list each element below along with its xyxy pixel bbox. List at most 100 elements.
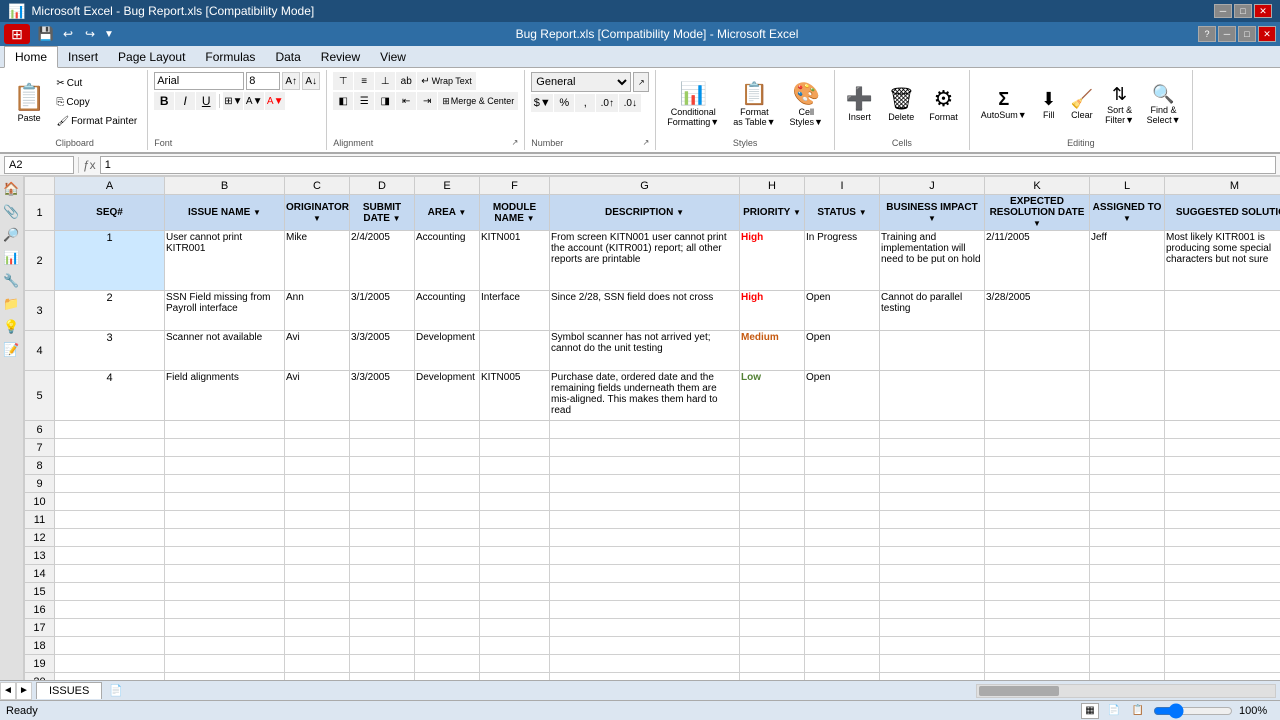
cell-c5[interactable]: Avi <box>285 371 350 421</box>
cell-styles-button[interactable]: 🎨 CellStyles▼ <box>785 74 828 134</box>
align-right-button[interactable]: ◨ <box>375 92 395 110</box>
formula-input[interactable] <box>100 156 1276 174</box>
decrease-decimal-button[interactable]: .0↓ <box>619 94 641 112</box>
cell-l2[interactable]: Jeff <box>1090 231 1165 291</box>
page-break-preview-button[interactable]: 📋 <box>1129 703 1147 719</box>
help-button[interactable]: ? <box>1198 26 1216 42</box>
cell-a5[interactable]: 4 <box>55 371 165 421</box>
percent-button[interactable]: % <box>554 94 574 112</box>
sidebar-icon-5[interactable]: 🔧 <box>1 270 23 292</box>
cell-a3[interactable]: 2 <box>55 291 165 331</box>
col-header-c[interactable]: C <box>285 177 350 195</box>
tab-home[interactable]: Home <box>4 46 58 68</box>
format-as-table-button[interactable]: 📋 Formatas Table▼ <box>728 74 780 134</box>
cell-g2[interactable]: From screen KITN001 user cannot print th… <box>550 231 740 291</box>
cell-l1[interactable]: ASSIGNED TO ▼ <box>1090 195 1165 231</box>
cell-c4[interactable]: Avi <box>285 331 350 371</box>
cell-e4[interactable]: Development <box>415 331 480 371</box>
cell-a2[interactable]: 1 <box>55 231 165 291</box>
sidebar-icon-7[interactable]: 💡 <box>1 316 23 338</box>
fill-button[interactable]: ⬇ Fill <box>1034 74 1064 134</box>
sidebar-icon-2[interactable]: 📎 <box>1 201 23 223</box>
col-header-m[interactable]: M <box>1165 177 1280 195</box>
sort-filter-button[interactable]: ⇅ Sort &Filter▼ <box>1100 74 1139 134</box>
cell-j2[interactable]: Training and implementation will need to… <box>880 231 985 291</box>
cell-k4[interactable] <box>985 331 1090 371</box>
font-color-button[interactable]: A▼ <box>265 92 285 110</box>
tab-page-layout[interactable]: Page Layout <box>108 47 195 67</box>
tab-insert[interactable]: Insert <box>58 47 108 67</box>
cut-button[interactable]: ✂ Cut <box>52 74 141 92</box>
cell-f5[interactable]: KITN005 <box>480 371 550 421</box>
sheet-tab-new[interactable]: 📄 <box>102 681 130 700</box>
cell-g5[interactable]: Purchase date, ordered date and the rema… <box>550 371 740 421</box>
decrease-font-button[interactable]: A↓ <box>302 72 320 90</box>
win-close-button[interactable]: ✕ <box>1258 26 1276 42</box>
clear-button[interactable]: 🧹 Clear <box>1066 74 1098 134</box>
italic-button[interactable]: I <box>175 92 195 110</box>
cell-b4[interactable]: Scanner not available <box>165 331 285 371</box>
align-bottom-button[interactable]: ⊥ <box>375 72 395 90</box>
font-name-input[interactable] <box>154 72 244 90</box>
tab-view[interactable]: View <box>370 47 416 67</box>
cell-b2[interactable]: User cannot print KITR001 <box>165 231 285 291</box>
cell-k5[interactable] <box>985 371 1090 421</box>
cell-j5[interactable] <box>880 371 985 421</box>
cell-k2[interactable]: 2/11/2005 <box>985 231 1090 291</box>
customize-qa-button[interactable]: ▼ <box>102 25 116 43</box>
cell-m4[interactable] <box>1165 331 1280 371</box>
cell-h2[interactable]: High <box>740 231 805 291</box>
cell-a1[interactable]: SEQ# <box>55 195 165 231</box>
merge-center-button[interactable]: ⊞ Merge & Center <box>438 92 518 110</box>
currency-button[interactable]: $▼ <box>531 94 553 112</box>
conditional-formatting-button[interactable]: 📊 ConditionalFormatting▼ <box>662 74 724 134</box>
sidebar-icon-3[interactable]: 🔎 <box>1 224 23 246</box>
cell-g3[interactable]: Since 2/28, SSN field does not cross <box>550 291 740 331</box>
tab-formulas[interactable]: Formulas <box>195 47 265 67</box>
cell-m5[interactable] <box>1165 371 1280 421</box>
number-dialog-btn[interactable]: ↗ <box>633 72 649 92</box>
cell-d2[interactable]: 2/4/2005 <box>350 231 415 291</box>
col-header-b[interactable]: B <box>165 177 285 195</box>
sidebar-icon-1[interactable]: 🏠 <box>1 178 23 200</box>
cell-h1[interactable]: PRIORITY ▼ <box>740 195 805 231</box>
text-orientation-button[interactable]: ab <box>396 72 416 90</box>
cell-e2[interactable]: Accounting <box>415 231 480 291</box>
number-format-select[interactable]: General Number Currency Date <box>531 72 631 92</box>
align-top-button[interactable]: ⊤ <box>333 72 353 90</box>
cell-m1[interactable]: SUGGESTED SOLUTION <box>1165 195 1280 231</box>
close-button[interactable]: ✕ <box>1254 4 1272 18</box>
cell-e5[interactable]: Development <box>415 371 480 421</box>
normal-view-button[interactable]: ▦ <box>1081 703 1099 719</box>
borders-button[interactable]: ⊞▼ <box>223 92 243 110</box>
page-layout-view-button[interactable]: 📄 <box>1105 703 1123 719</box>
horizontal-scrollbar[interactable] <box>976 684 1276 698</box>
cell-e3[interactable]: Accounting <box>415 291 480 331</box>
cell-a4[interactable]: 3 <box>55 331 165 371</box>
cell-c1[interactable]: ORIGINATOR ▼ <box>285 195 350 231</box>
col-header-g[interactable]: G <box>550 177 740 195</box>
copy-button[interactable]: ⎘ Copy <box>52 93 141 111</box>
decrease-indent-button[interactable]: ⇤ <box>396 92 416 110</box>
col-header-f[interactable]: F <box>480 177 550 195</box>
cell-i4[interactable]: Open <box>805 331 880 371</box>
align-center-button[interactable]: ☰ <box>354 92 374 110</box>
minimize-button[interactable]: ─ <box>1214 4 1232 18</box>
col-header-d[interactable]: D <box>350 177 415 195</box>
wrap-text-button[interactable]: ↵ Wrap Text <box>417 72 476 90</box>
alignment-dialog-launcher[interactable]: ↗ <box>512 138 519 148</box>
autosum-button[interactable]: Σ AutoSum▼ <box>976 74 1032 134</box>
cell-l4[interactable] <box>1090 331 1165 371</box>
sidebar-icon-8[interactable]: 📝 <box>1 339 23 361</box>
align-middle-button[interactable]: ≡ <box>354 72 374 90</box>
cell-reference-box[interactable] <box>4 156 74 174</box>
col-header-a[interactable]: A <box>55 177 165 195</box>
find-select-button[interactable]: 🔍 Find &Select▼ <box>1141 74 1186 134</box>
cell-d3[interactable]: 3/1/2005 <box>350 291 415 331</box>
cell-b5[interactable]: Field alignments <box>165 371 285 421</box>
office-button[interactable]: ⊞ <box>4 24 30 44</box>
sidebar-icon-6[interactable]: 📁 <box>1 293 23 315</box>
cell-d5[interactable]: 3/3/2005 <box>350 371 415 421</box>
cell-j1[interactable]: BUSINESS IMPACT ▼ <box>880 195 985 231</box>
cell-g4[interactable]: Symbol scanner has not arrived yet; cann… <box>550 331 740 371</box>
